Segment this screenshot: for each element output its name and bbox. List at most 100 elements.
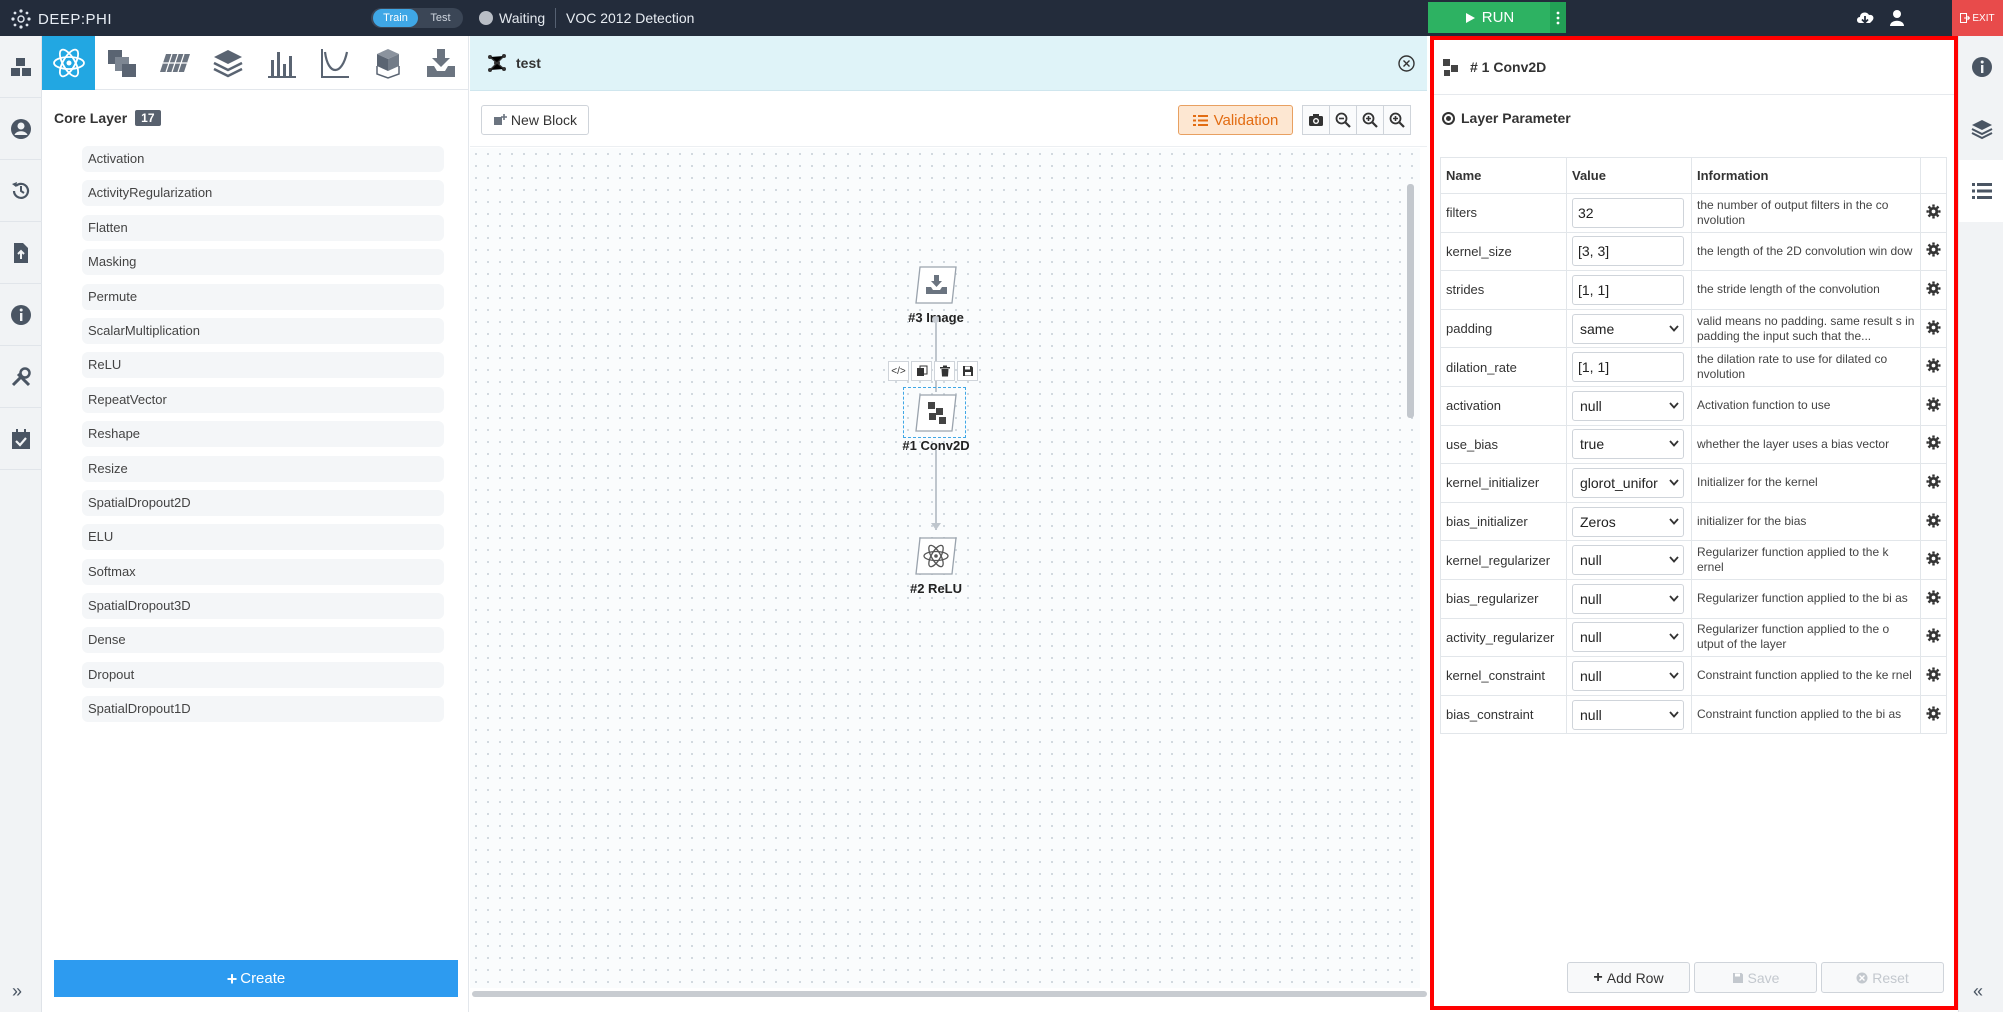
save-button[interactable]: Save	[1694, 962, 1817, 993]
list-item[interactable]: SpatialDropout2D	[82, 489, 444, 516]
list-item[interactable]: RepeatVector	[82, 386, 444, 413]
run-more-button[interactable]	[1550, 2, 1566, 33]
param-settings-button[interactable]	[1920, 540, 1947, 580]
tools-icon	[11, 366, 31, 386]
screenshot-button[interactable]	[1302, 105, 1330, 135]
tab-normalization[interactable]	[202, 36, 255, 90]
horizontal-scrollbar[interactable]	[472, 991, 1427, 997]
column-header-empty	[1920, 157, 1947, 194]
expand-icon[interactable]: »	[12, 981, 22, 1002]
tab-input[interactable]	[415, 36, 468, 90]
cloud-download-icon[interactable]	[1855, 9, 1875, 27]
tab-blocks[interactable]	[362, 36, 415, 90]
tab-pooling[interactable]	[149, 36, 202, 90]
param-value-select[interactable]: null	[1572, 390, 1684, 421]
param-value-select[interactable]: same	[1572, 313, 1684, 344]
rail-item-tools[interactable]	[0, 346, 42, 408]
list-item[interactable]: Activation	[82, 146, 444, 172]
param-settings-button[interactable]	[1920, 578, 1947, 619]
vertical-scrollbar[interactable]	[1407, 184, 1414, 418]
param-settings-button[interactable]	[1920, 231, 1947, 272]
mode-train[interactable]: Train	[373, 9, 418, 27]
tab-loss[interactable]	[308, 36, 361, 90]
rail-item-user[interactable]	[0, 98, 42, 160]
param-value-select[interactable]: Zeros	[1572, 506, 1684, 537]
param-settings-button[interactable]	[1920, 385, 1947, 426]
list-item[interactable]: ELU	[82, 524, 444, 551]
param-value-select[interactable]: glorot_unifor	[1572, 467, 1684, 498]
list-item[interactable]: Dropout	[82, 661, 444, 688]
list-item[interactable]: SpatialDropout3D	[82, 593, 444, 620]
delete-button[interactable]	[934, 361, 955, 381]
list-item[interactable]: Softmax	[82, 558, 444, 585]
list-item[interactable]: Dense	[82, 627, 444, 654]
table-row: bias_regularizer null Regularizer function…	[1440, 578, 1947, 619]
node-conv2d[interactable]: #1 Conv2D	[894, 393, 978, 453]
tab-metrics[interactable]	[255, 36, 308, 90]
list-item[interactable]: SpatialDropout1D	[82, 696, 444, 723]
param-value-select[interactable]: null	[1572, 622, 1684, 653]
radio-icon	[1442, 111, 1455, 125]
param-value-input[interactable]: [1, 1]	[1572, 352, 1684, 383]
param-settings-button[interactable]	[1920, 656, 1947, 696]
param-settings-button[interactable]	[1920, 694, 1947, 735]
rail-item-layers[interactable]	[1959, 98, 2003, 160]
list-item[interactable]: Masking	[82, 249, 444, 276]
create-button[interactable]: + Create	[54, 960, 458, 997]
param-settings-button[interactable]	[1920, 347, 1947, 387]
param-value-select[interactable]: null	[1572, 660, 1684, 691]
collapse-icon[interactable]: «	[1973, 981, 1983, 1002]
param-settings-button[interactable]	[1920, 617, 1947, 658]
port-dot[interactable]	[932, 316, 939, 323]
zoom-in-button[interactable]	[1383, 105, 1411, 135]
param-settings-button[interactable]	[1920, 463, 1947, 503]
tab-core-layer[interactable]	[42, 36, 96, 90]
param-settings-button[interactable]	[1920, 424, 1947, 465]
layer-parameter-section[interactable]: Layer Parameter	[1442, 110, 1571, 126]
param-value-input[interactable]: [1, 1]	[1572, 274, 1684, 305]
new-block-button[interactable]: New Block	[481, 105, 589, 135]
exit-button[interactable]: EXIT	[1952, 0, 2003, 36]
rail-item-history[interactable]	[0, 160, 42, 222]
param-value-select[interactable]: null	[1572, 699, 1684, 730]
zoom-reset-button[interactable]	[1356, 105, 1384, 135]
zoom-out-button[interactable]	[1329, 105, 1357, 135]
rail-item-export[interactable]	[0, 222, 42, 284]
list-item[interactable]: ReLU	[82, 352, 444, 379]
param-settings-button[interactable]	[1920, 501, 1947, 542]
param-settings-button[interactable]	[1920, 308, 1947, 349]
param-value-select[interactable]: true	[1572, 429, 1684, 460]
param-value-select[interactable]: null	[1572, 583, 1684, 614]
list-item[interactable]: Flatten	[82, 214, 444, 241]
rail-item-info[interactable]	[1959, 36, 2003, 98]
list-item[interactable]: Resize	[82, 455, 444, 482]
param-settings-button[interactable]	[1920, 270, 1947, 310]
param-value-input[interactable]: 32	[1572, 197, 1684, 228]
copy-button[interactable]	[911, 361, 932, 381]
list-item[interactable]: Permute	[82, 283, 444, 310]
param-value-input[interactable]: [3, 3]	[1572, 236, 1684, 267]
list-item[interactable]: ScalarMultiplication	[82, 317, 444, 344]
param-value-select[interactable]: null	[1572, 545, 1684, 576]
param-information: the dilation rate to use for dilated co …	[1691, 347, 1921, 387]
tab-convolution[interactable]	[95, 36, 148, 90]
close-icon[interactable]	[1398, 55, 1415, 72]
mode-test[interactable]: Test	[418, 9, 463, 27]
validation-button[interactable]: Validation	[1178, 105, 1293, 135]
param-settings-button[interactable]	[1920, 193, 1947, 233]
list-item[interactable]: Reshape	[82, 421, 444, 448]
rail-item-tasks[interactable]	[0, 408, 42, 470]
run-main[interactable]: RUN	[1428, 9, 1550, 26]
mode-toggle[interactable]: Train Test	[371, 8, 463, 28]
node-relu[interactable]: #2 ReLU	[896, 536, 976, 596]
rail-item-model[interactable]	[0, 36, 42, 98]
user-icon[interactable]	[1887, 9, 1907, 27]
add-row-button[interactable]: + Add Row	[1567, 962, 1690, 993]
save-node-button[interactable]	[957, 361, 978, 381]
code-button[interactable]: </>	[888, 361, 909, 381]
list-item[interactable]: ActivityRegularization	[82, 180, 444, 207]
run-button[interactable]: RUN	[1428, 2, 1566, 33]
rail-item-info[interactable]	[0, 284, 42, 346]
reset-button[interactable]: Reset	[1821, 962, 1944, 993]
rail-item-parameters[interactable]	[1959, 160, 2003, 222]
